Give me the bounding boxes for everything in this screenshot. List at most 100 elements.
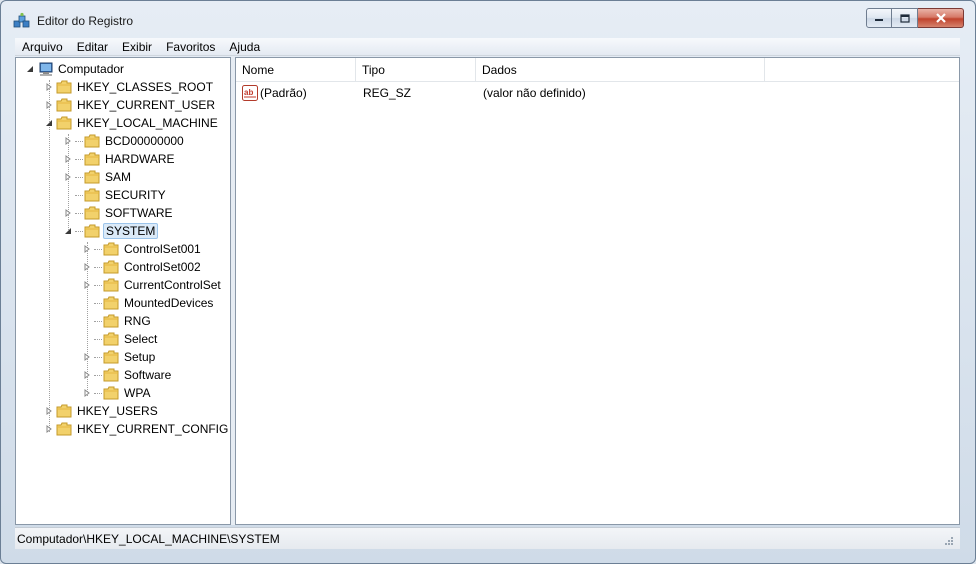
tree-node-label: SYSTEM	[103, 223, 159, 239]
expand-arrow-icon[interactable]	[63, 136, 73, 146]
collapse-arrow-icon[interactable]	[44, 118, 54, 128]
column-header: Nome Tipo Dados	[236, 58, 959, 82]
column-header-nome[interactable]: Nome	[236, 58, 356, 82]
collapse-arrow-icon[interactable]	[63, 226, 73, 236]
folder-icon	[103, 260, 119, 274]
registry-editor-window: Editor do Registro Arquivo Editar Exibir…	[0, 0, 976, 564]
expand-arrow-icon[interactable]	[63, 154, 73, 164]
expand-arrow-icon[interactable]	[63, 172, 73, 182]
tree-node-system[interactable]: SYSTEM	[63, 222, 159, 240]
tree-node-hkey-classes-root[interactable]: HKEY_CLASSES_ROOT	[44, 78, 215, 96]
tree-node-hkey-users[interactable]: HKEY_USERS	[44, 402, 160, 420]
expand-arrow-icon[interactable]	[44, 406, 54, 416]
tree-node-label: SECURITY	[105, 188, 166, 202]
caption-buttons	[866, 8, 964, 28]
expand-arrow-icon[interactable]	[82, 352, 92, 362]
column-header-dados[interactable]: Dados	[476, 58, 765, 82]
tree-connector	[75, 194, 83, 196]
tree-node-label: HKEY_CURRENT_USER	[77, 98, 216, 112]
menu-ajuda[interactable]: Ajuda	[222, 38, 267, 55]
expand-arrow-icon[interactable]	[82, 280, 92, 290]
tree-node-computador[interactable]: Computador	[25, 60, 126, 78]
folder-icon	[84, 134, 100, 148]
column-header-tipo[interactable]: Tipo	[356, 58, 476, 82]
tree-node-mounteddevices[interactable]: MountedDevices	[82, 294, 215, 312]
tree-connector	[94, 392, 102, 394]
folder-open-icon	[56, 116, 72, 130]
tree-node-wpa[interactable]: WPA	[82, 384, 152, 402]
resize-grip-icon[interactable]	[944, 535, 954, 545]
tree-node-currentcontrolset[interactable]: CurrentControlSet	[82, 276, 223, 294]
tree-node-controlset001[interactable]: ControlSet001	[82, 240, 203, 258]
folder-icon	[103, 386, 119, 400]
table-row[interactable]: ab (Padrão) REG_SZ (valor não definido)	[236, 84, 959, 102]
folder-icon	[103, 350, 119, 364]
tree-node-software-sub[interactable]: Software	[82, 366, 173, 384]
tree-connector	[75, 176, 83, 178]
values-list[interactable]: Nome Tipo Dados ab (Padrão) REG_SZ (valo…	[235, 57, 960, 525]
folder-icon	[56, 80, 72, 94]
tree-node-hardware[interactable]: HARDWARE	[63, 150, 177, 168]
tree-node-label: BCD00000000	[105, 134, 184, 148]
folder-icon	[103, 278, 119, 292]
tree-node-select[interactable]: Select	[82, 330, 159, 348]
expand-arrow-icon[interactable]	[82, 388, 92, 398]
tree-node-label: HKEY_USERS	[77, 404, 158, 418]
tree-node-label: ControlSet002	[124, 260, 201, 274]
tree-node-label: WPA	[124, 386, 151, 400]
registry-tree[interactable]: Computador HKEY_CLASSES_ROOT HKEY_CURREN…	[15, 57, 231, 525]
title-bar[interactable]: Editor do Registro	[1, 1, 975, 37]
window-title: Editor do Registro	[37, 14, 134, 28]
tree-connector	[94, 338, 102, 340]
menu-favoritos[interactable]: Favoritos	[159, 38, 222, 55]
expand-arrow-icon[interactable]	[44, 100, 54, 110]
expand-arrow-icon[interactable]	[63, 208, 73, 218]
tree-node-security[interactable]: SECURITY	[63, 186, 168, 204]
menu-bar: Arquivo Editar Exibir Favoritos Ajuda	[15, 38, 960, 56]
minimize-icon	[875, 19, 883, 21]
tree-node-sam[interactable]: SAM	[63, 168, 133, 186]
tree-node-label: MountedDevices	[124, 296, 214, 310]
tree-connector	[75, 140, 83, 142]
expand-arrow-icon[interactable]	[82, 262, 92, 272]
folder-icon	[56, 422, 72, 436]
tree-connector	[94, 266, 102, 268]
tree-node-label: Setup	[124, 350, 156, 364]
tree-node-hkey-local-machine[interactable]: HKEY_LOCAL_MACHINE	[44, 114, 220, 132]
folder-icon	[84, 152, 100, 166]
tree-node-label: Computador	[58, 62, 125, 76]
tree-node-rng[interactable]: RNG	[82, 312, 153, 330]
tree-node-controlset002[interactable]: ControlSet002	[82, 258, 203, 276]
folder-open-icon	[84, 224, 100, 238]
value-type: REG_SZ	[363, 86, 412, 100]
expand-arrow-icon[interactable]	[82, 370, 92, 380]
tree-node-bcd00000000[interactable]: BCD00000000	[63, 132, 186, 150]
menu-exibir[interactable]: Exibir	[115, 38, 159, 55]
tree-connector	[94, 248, 102, 250]
folder-icon	[103, 368, 119, 382]
maximize-button[interactable]	[892, 8, 918, 28]
tree-node-hkey-current-user[interactable]: HKEY_CURRENT_USER	[44, 96, 217, 114]
expand-arrow-icon[interactable]	[44, 82, 54, 92]
tree-node-setup[interactable]: Setup	[82, 348, 157, 366]
tree-node-software[interactable]: SOFTWARE	[63, 204, 175, 222]
collapse-arrow-icon[interactable]	[25, 64, 35, 74]
folder-icon	[103, 296, 119, 310]
expand-arrow-icon[interactable]	[82, 244, 92, 254]
tree-connector	[49, 80, 50, 432]
tree-node-label: Select	[124, 332, 158, 346]
tree-node-label: SAM	[105, 170, 132, 184]
tree-node-hkey-current-config[interactable]: HKEY_CURRENT_CONFIG	[44, 420, 230, 438]
value-data: (valor não definido)	[483, 86, 586, 100]
tree-node-label: Software	[124, 368, 172, 382]
tree-node-label: HKEY_CLASSES_ROOT	[77, 80, 214, 94]
minimize-button[interactable]	[866, 8, 892, 28]
menu-arquivo[interactable]: Arquivo	[15, 38, 70, 55]
expand-arrow-icon[interactable]	[44, 424, 54, 434]
close-button[interactable]	[918, 8, 964, 28]
menu-editar[interactable]: Editar	[70, 38, 115, 55]
tree-connector	[75, 212, 83, 214]
tree-node-label: RNG	[124, 314, 151, 328]
